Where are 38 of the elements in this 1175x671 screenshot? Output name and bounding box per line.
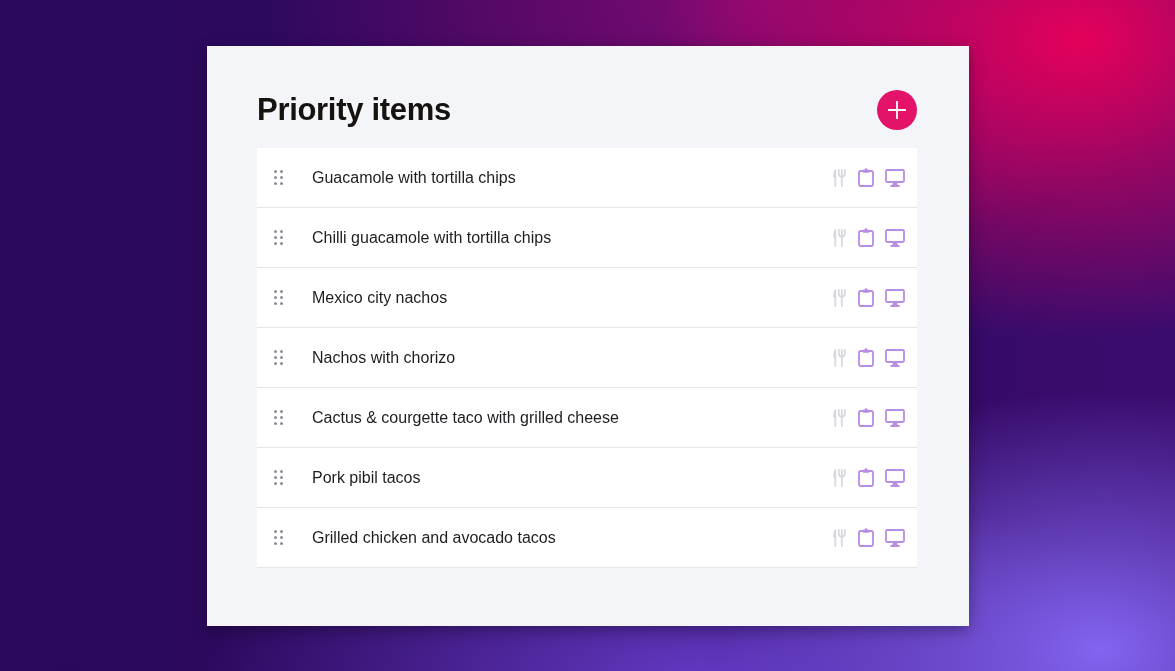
clipboard-icon[interactable] — [858, 468, 874, 487]
drag-handle-icon[interactable] — [274, 230, 283, 245]
list-title: Priority items — [257, 92, 451, 128]
clipboard-icon[interactable] — [858, 528, 874, 547]
item-label: Guacamole with tortilla chips — [312, 168, 517, 187]
item-label: Cactus & courgette taco with grilled cheese — [312, 408, 620, 427]
monitor-icon[interactable] — [885, 408, 905, 427]
monitor-icon[interactable] — [885, 288, 905, 307]
cutlery-icon[interactable] — [832, 168, 846, 187]
cutlery-icon[interactable] — [832, 288, 846, 307]
monitor-icon[interactable] — [885, 468, 905, 487]
monitor-icon[interactable] — [885, 528, 905, 547]
drag-handle-icon[interactable] — [274, 410, 283, 425]
drag-handle-icon[interactable] — [274, 470, 283, 485]
cutlery-icon[interactable] — [832, 408, 846, 427]
cutlery-icon[interactable] — [832, 348, 846, 367]
item-label: Grilled chicken and avocado tacos — [312, 528, 557, 547]
clipboard-icon[interactable] — [858, 288, 874, 307]
add-button[interactable] — [877, 90, 917, 130]
monitor-icon[interactable] — [885, 168, 905, 187]
item-label: Mexico city nachos — [312, 288, 449, 307]
monitor-icon[interactable] — [885, 348, 905, 367]
plus-icon — [887, 100, 907, 120]
drag-handle-icon[interactable] — [274, 170, 283, 185]
item-label: Pork pibil tacos — [312, 468, 422, 487]
drag-handle-icon[interactable] — [274, 290, 283, 305]
cutlery-icon[interactable] — [832, 228, 846, 247]
clipboard-icon[interactable] — [858, 408, 874, 427]
clipboard-icon[interactable] — [858, 168, 874, 187]
item-label: Nachos with chorizo — [312, 348, 457, 367]
drag-handle-icon[interactable] — [274, 530, 283, 545]
clipboard-icon[interactable] — [858, 348, 874, 367]
item-label: Chilli guacamole with tortilla chips — [312, 228, 553, 247]
clipboard-icon[interactable] — [858, 228, 874, 247]
drag-handle-icon[interactable] — [274, 350, 283, 365]
cutlery-icon[interactable] — [832, 528, 846, 547]
monitor-icon[interactable] — [885, 228, 905, 247]
cutlery-icon[interactable] — [832, 468, 846, 487]
